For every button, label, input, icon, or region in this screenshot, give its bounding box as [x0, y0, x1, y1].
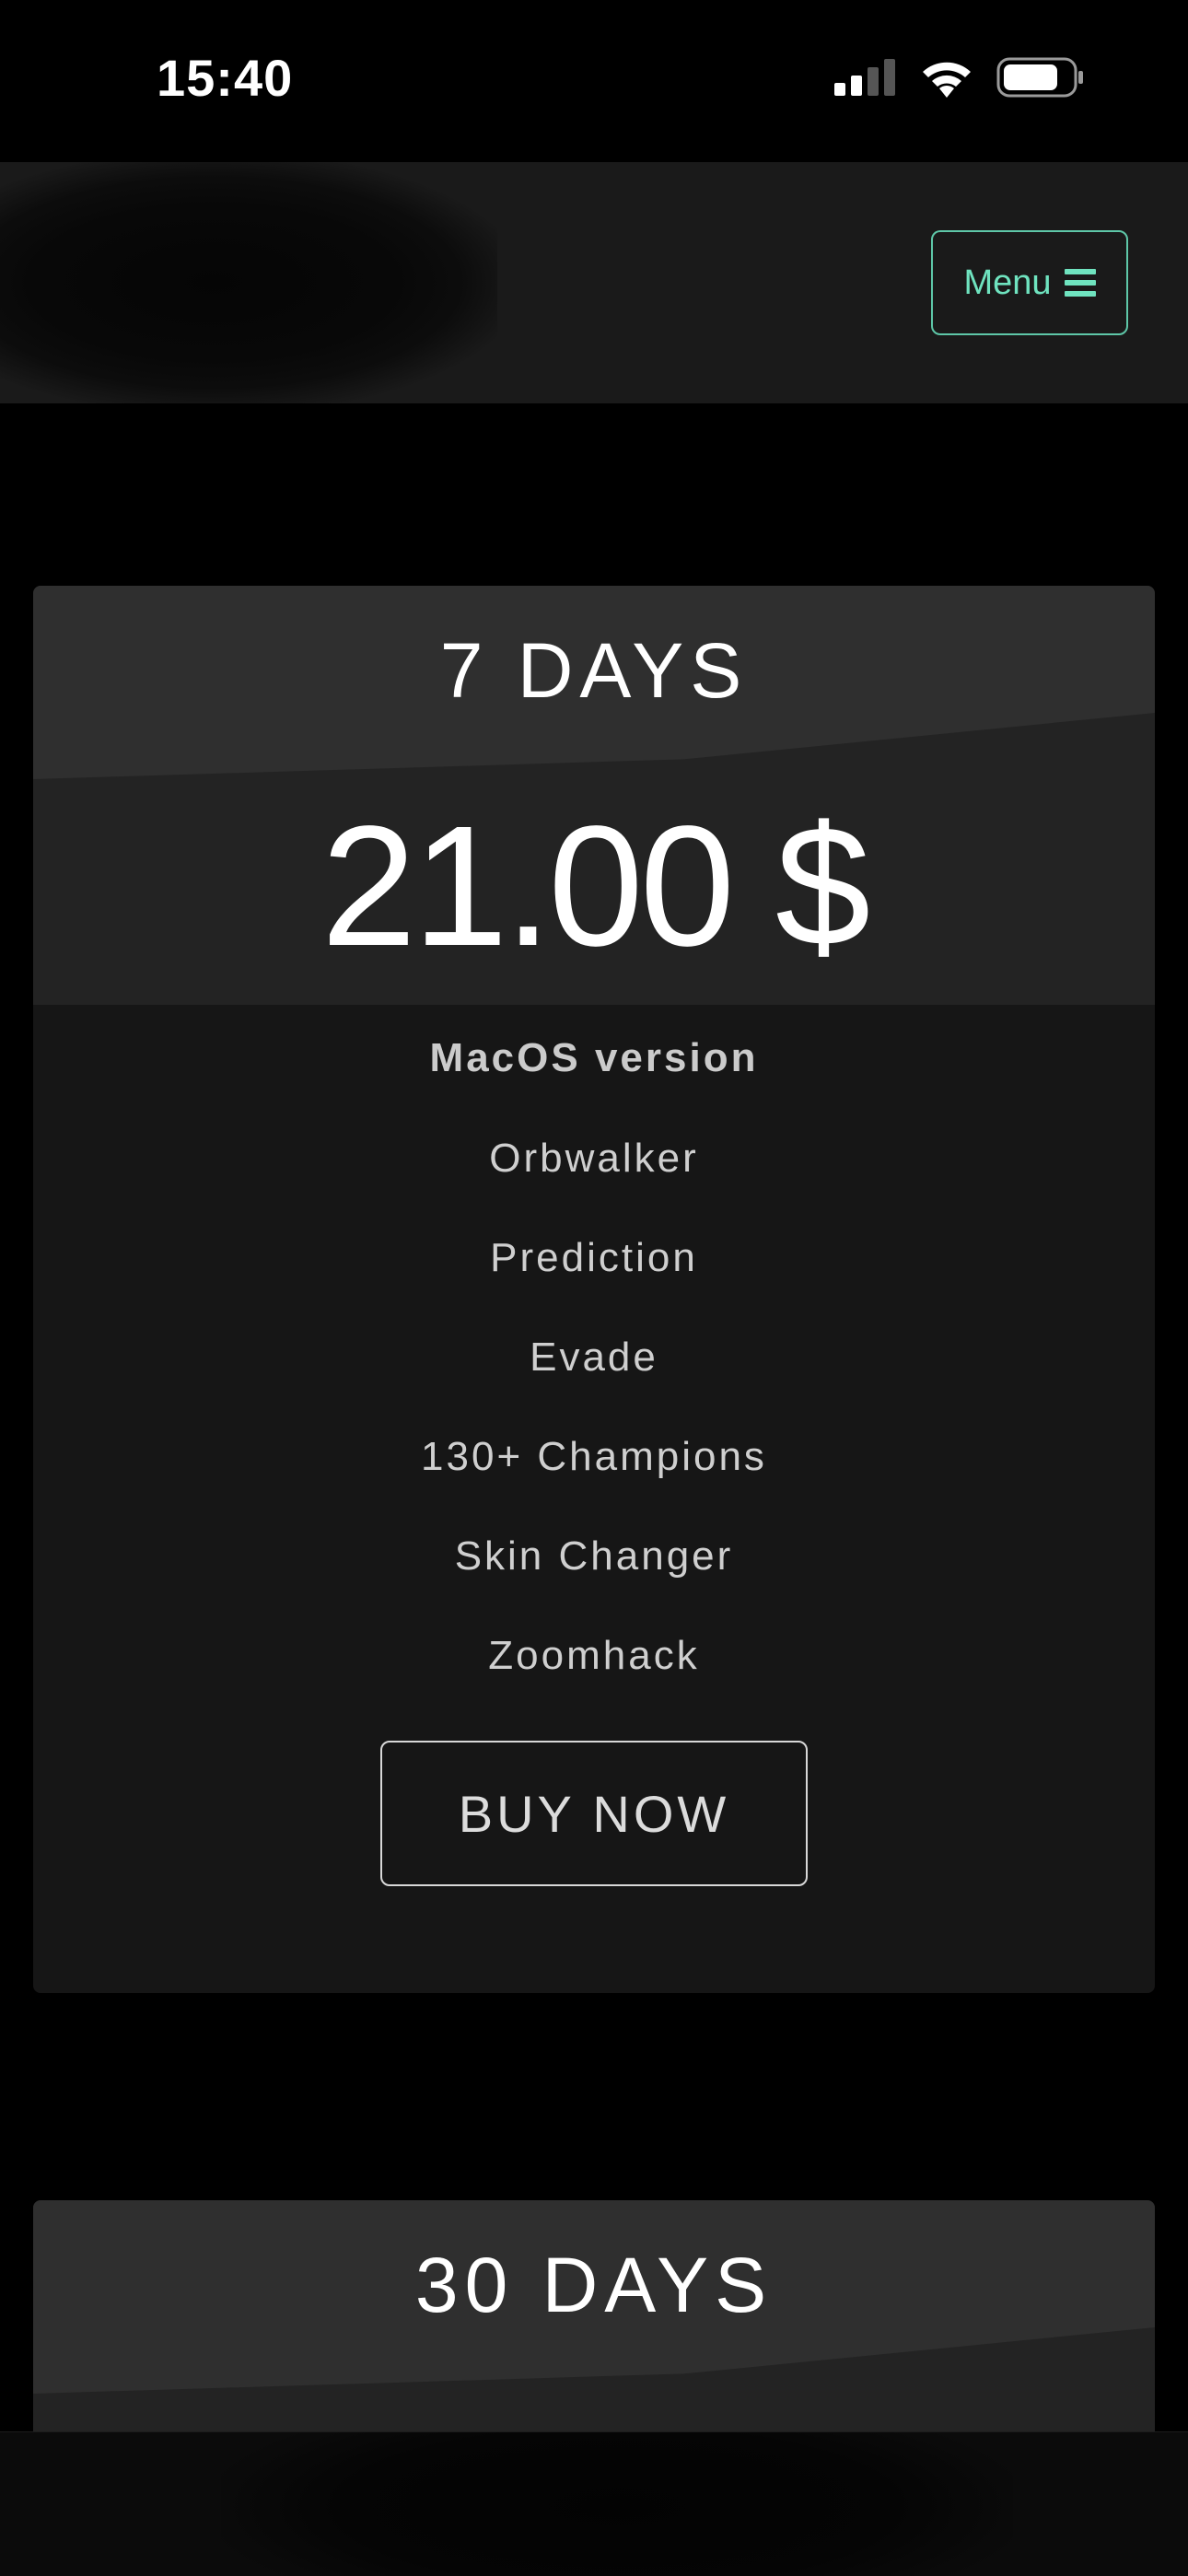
- feature-item: MacOS version: [429, 1035, 759, 1080]
- header-slant: [33, 713, 1155, 779]
- status-icons: [834, 57, 1085, 98]
- feature-item: Zoomhack: [488, 1633, 700, 1678]
- price-band: 21.00 $: [33, 779, 1155, 1005]
- bottom-bar: [0, 2431, 1188, 2576]
- plan-title: 7 DAYS: [439, 627, 749, 714]
- header-slant: [33, 2327, 1155, 2394]
- menu-label: Menu: [963, 262, 1052, 302]
- bottom-logo: [221, 2432, 1013, 2576]
- battery-icon: [996, 57, 1083, 98]
- plan-title: 30 DAYS: [414, 2242, 774, 2328]
- pricing-card-7-days: 7 DAYS 21.00 $ MacOS version Orbwalker P…: [33, 586, 1155, 1993]
- logo[interactable]: [0, 162, 497, 403]
- hamburger-icon: [1064, 269, 1096, 297]
- feature-item: Orbwalker: [489, 1136, 699, 1181]
- feature-item: Prediction: [490, 1235, 698, 1280]
- site-header: Menu: [0, 162, 1188, 403]
- feature-list: MacOS version Orbwalker Prediction Evade…: [33, 1008, 1155, 1706]
- buy-now-button[interactable]: BUY NOW: [380, 1741, 808, 1886]
- card-header: 30 DAYS: [33, 2200, 1155, 2394]
- wifi-icon: [923, 62, 971, 98]
- feature-item: Evade: [530, 1335, 658, 1380]
- pricing-card-30-days: 30 DAYS: [33, 2200, 1155, 2440]
- plan-price: 21.00 $: [320, 791, 871, 982]
- status-bar: 15:40: [0, 0, 1188, 161]
- status-time: 15:40: [157, 49, 294, 107]
- feature-item: Skin Changer: [454, 1533, 734, 1579]
- card-header: 7 DAYS: [33, 586, 1155, 779]
- button-wrap: BUY NOW: [33, 1741, 1155, 1886]
- menu-button[interactable]: Menu: [931, 230, 1128, 335]
- feature-item: 130+ Champions: [421, 1434, 767, 1479]
- signal-icon: [834, 59, 895, 96]
